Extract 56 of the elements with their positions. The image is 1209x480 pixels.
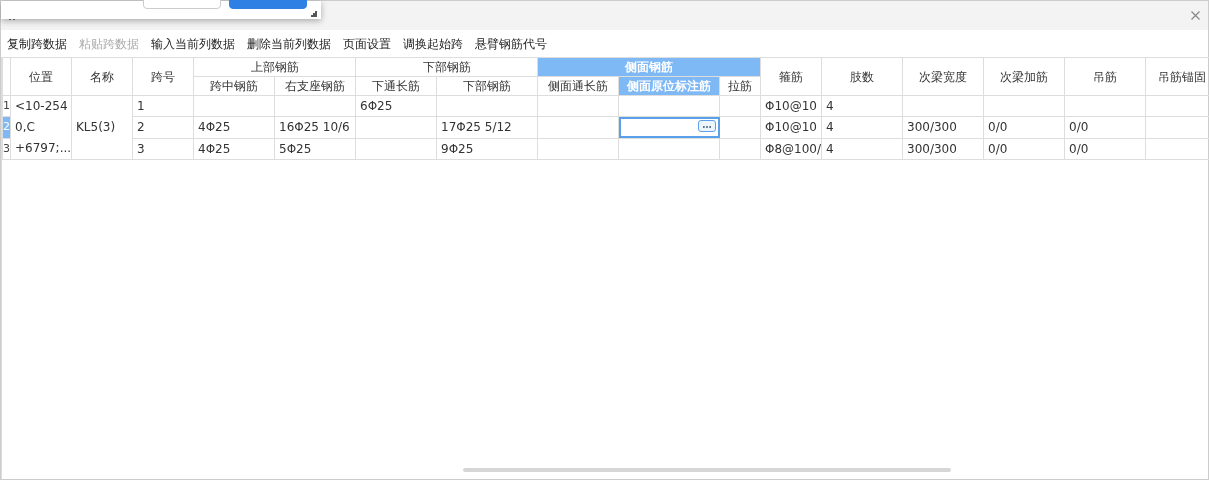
column-header[interactable]: 跨号 [132,57,194,96]
column-header[interactable]: 右支座钢筋 [274,76,356,96]
table-cell: 5Φ25 [274,138,356,160]
table-cell: 0/0 [983,116,1065,139]
table-cell: 4Φ25 [193,116,275,139]
toolbar-button[interactable]: 复制跨数据 [7,34,73,53]
close-icon[interactable] [1191,11,1200,20]
table-cell: 300/300 [902,116,984,139]
drag-handle-icon [9,18,15,21]
toolbar-button[interactable]: 输入当前列数据 [151,34,241,53]
row-number[interactable]: 1 [2,95,11,117]
table-cell[interactable] [618,116,720,139]
table-cell [719,116,761,139]
column-header[interactable]: 名称 [71,57,133,96]
table-cell: 0/0 [1064,116,1146,139]
table-cell: 6Φ25 [355,95,437,117]
table-cell: 4Φ25 [193,138,275,160]
column-header[interactable]: 肢数 [821,57,903,96]
column-header[interactable]: 吊筋 [1064,57,1146,96]
toolbar-button[interactable]: 调换起始跨 [403,34,469,53]
column-header[interactable]: 下通长筋 [355,76,437,96]
resize-grip-icon[interactable] [310,10,317,17]
table-cell: 3 [132,138,194,160]
table-cell: 0/0 [1064,138,1146,160]
column-header[interactable]: 跨中钢筋 [193,76,275,96]
table-cell: Φ10@10 [760,95,822,117]
table-cell: 16Φ25 10/6 [274,116,356,139]
column-header[interactable]: 次梁宽度 [902,57,984,96]
table-cell: 2 [132,116,194,139]
column-header[interactable]: 次梁加筋 [983,57,1065,96]
table-cell: 9Φ25 [436,138,538,160]
toolbar-button[interactable]: 悬臂钢筋代号 [475,34,553,53]
table-cell: Φ8@100/ [760,138,822,160]
table-cell [719,95,761,117]
table-cell: 300/300 [902,138,984,160]
column-header[interactable]: 箍筋 [760,57,822,96]
toolbar-button[interactable]: 页面设置 [343,34,397,53]
row-number[interactable]: 3 [2,138,11,160]
column-header[interactable]: 侧面通长筋 [537,76,619,96]
column-header[interactable]: 吊筋锚固 [1145,57,1209,96]
table-cell: 17Φ25 5/12 [436,116,538,139]
column-header[interactable]: 下部钢筋 [355,57,538,77]
table-cell: 4 [821,138,903,160]
table-cell: Φ10@10 [760,116,822,139]
table-cell: 4 [821,95,903,117]
table-cell: 4 [821,116,903,139]
column-header[interactable]: 上部钢筋 [193,57,356,77]
scrollbar[interactable] [463,468,951,472]
table-cell: 0/0 [983,138,1065,160]
column-header[interactable]: 位置 [10,57,72,96]
table-cell [719,138,761,160]
ellipsis-button[interactable] [698,120,716,133]
toolbar-button[interactable]: 删除当前列数据 [247,34,337,53]
table-cell: KL5(3) [71,95,133,160]
column-header[interactable]: 下部钢筋 [436,76,538,96]
table-cell: 1 [132,95,194,117]
